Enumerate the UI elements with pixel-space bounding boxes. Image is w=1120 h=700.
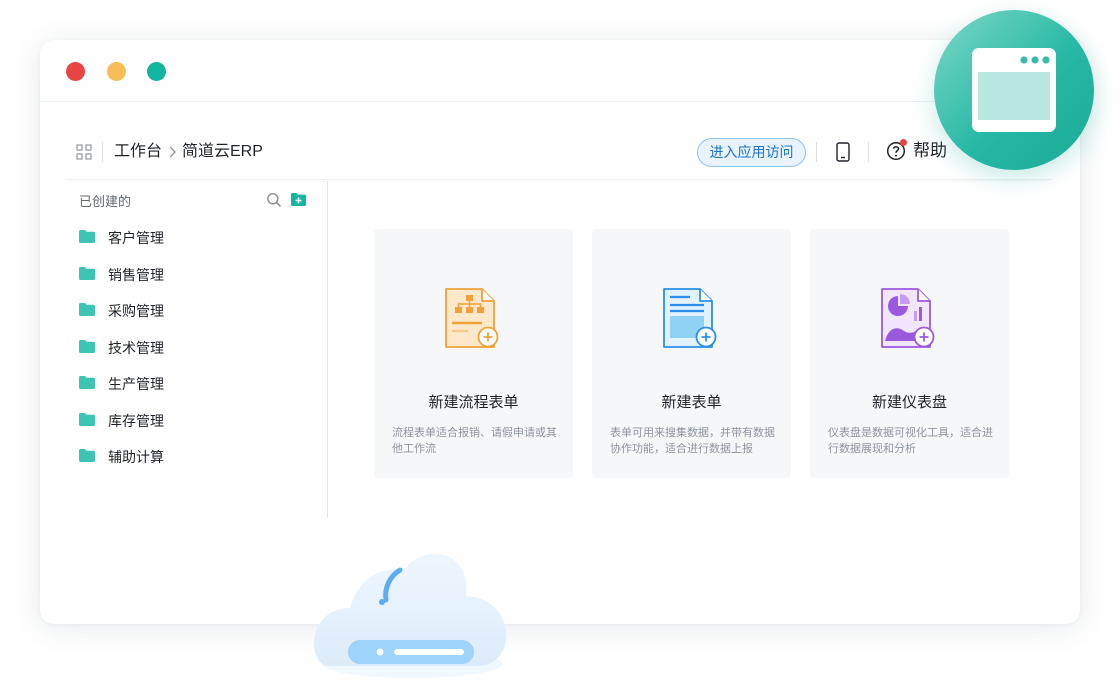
folder-list: 客户管理 销售管理 采购管理 技术管理 生产管理 库存管理 辅助计算 — [79, 221, 319, 477]
folder-icon — [79, 266, 95, 280]
zoom-window-button[interactable] — [147, 62, 166, 81]
app-window: 工作台 简道云ERP 进入应用访问 帮助 已创建的 客户管理 销售管理 采购管理… — [40, 40, 1080, 624]
browser-window-badge — [934, 10, 1094, 170]
sidebar-item-purchasing[interactable]: 采购管理 — [79, 294, 319, 331]
form-icon — [663, 288, 717, 348]
sidebar-item-label: 生产管理 — [108, 376, 164, 392]
new-workflow-form-card[interactable]: 新建流程表单 流程表单适合报销、请假申请或其他工作流 — [374, 229, 573, 478]
sidebar-title: 已创建的 — [79, 194, 132, 209]
search-icon[interactable] — [266, 192, 282, 208]
minimize-window-button[interactable] — [107, 62, 126, 81]
sidebar-item-sales[interactable]: 销售管理 — [79, 258, 319, 295]
sidebar-item-production[interactable]: 生产管理 — [79, 367, 319, 404]
divider — [102, 142, 103, 162]
sidebar-item-label: 采购管理 — [108, 303, 164, 319]
sidebar-item-technology[interactable]: 技术管理 — [79, 331, 319, 368]
browser-window-icon — [972, 48, 1056, 132]
chevron-right-icon — [169, 146, 176, 158]
dashboard-icon — [881, 288, 935, 348]
sidebar-item-customer[interactable]: 客户管理 — [79, 221, 319, 258]
card-title: 新建仪表盘 — [871, 394, 947, 411]
add-folder-icon[interactable] — [291, 193, 306, 206]
sidebar-item-auxiliary[interactable]: 辅助计算 — [79, 440, 319, 477]
apps-grid-icon[interactable] — [76, 144, 92, 160]
breadcrumb-current: 简道云ERP — [182, 143, 263, 160]
workflow-form-icon — [445, 288, 499, 348]
sidebar-item-label: 辅助计算 — [108, 449, 164, 465]
close-window-button[interactable] — [66, 62, 85, 81]
help-label: 帮助 — [913, 141, 947, 160]
sidebar-item-label: 库存管理 — [108, 412, 164, 429]
card-title: 新建流程表单 — [428, 394, 519, 411]
notification-dot — [900, 139, 907, 146]
enter-app-button[interactable]: 进入应用访问 — [697, 138, 806, 167]
folder-icon — [79, 230, 95, 243]
divider — [816, 142, 817, 162]
title-bar — [40, 40, 1080, 102]
sidebar-item-label: 客户管理 — [108, 230, 164, 246]
new-form-card[interactable]: 新建表单 表单可用来搜集数据，并带有数据协作功能，适合进行数据上报 — [592, 229, 791, 478]
card-title: 新建表单 — [661, 394, 722, 411]
cloud-server-icon — [313, 553, 507, 678]
divider — [868, 142, 869, 162]
card-description: 流程表单适合报销、请假申请或其他工作流 — [392, 427, 557, 455]
card-description: 仪表盘是数据可视化工具，适合进行数据展现和分析 — [828, 427, 993, 455]
sidebar-item-label: 销售管理 — [108, 266, 164, 283]
folder-icon — [79, 449, 95, 462]
sidebar: 已创建的 客户管理 销售管理 采购管理 技术管理 生产管理 库存管理 辅助计算 — [66, 181, 328, 518]
folder-icon — [79, 303, 95, 316]
folder-icon — [79, 412, 95, 426]
sidebar-item-label: 技术管理 — [108, 339, 164, 356]
card-description: 表单可用来搜集数据，并带有数据协作功能，适合进行数据上报 — [610, 427, 775, 455]
app-header: 工作台 简道云ERP 进入应用访问 帮助 — [66, 128, 1052, 180]
folder-icon — [79, 339, 95, 353]
mobile-phone-icon[interactable] — [836, 142, 850, 162]
breadcrumb-root[interactable]: 工作台 — [114, 142, 162, 162]
folder-icon — [79, 376, 95, 389]
sidebar-item-inventory[interactable]: 库存管理 — [79, 404, 319, 441]
new-dashboard-card[interactable]: 新建仪表盘 仪表盘是数据可视化工具，适合进行数据展现和分析 — [810, 229, 1009, 478]
